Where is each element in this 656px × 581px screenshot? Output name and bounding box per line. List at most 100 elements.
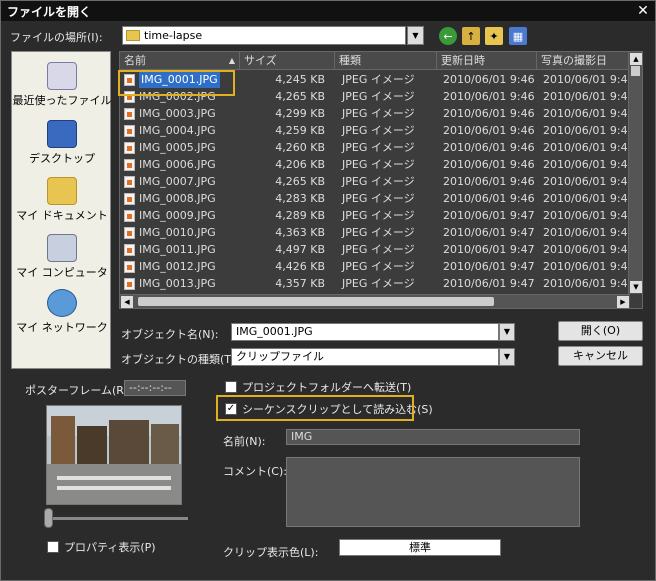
sidebar-label: デスクトップ xyxy=(29,152,95,165)
transfer-checkbox-box[interactable] xyxy=(225,381,237,393)
object-type-value: クリップファイル xyxy=(236,350,324,363)
file-row[interactable]: IMG_0007.JPG 4,265 KB JPEG イメージ 2010/06/01 … xyxy=(120,173,630,190)
clip-color-button[interactable]: 標準 xyxy=(339,539,501,556)
object-type-field[interactable]: クリップファイル ▼ xyxy=(231,348,515,366)
horizontal-scroll-thumb[interactable] xyxy=(138,297,494,306)
jpeg-file-icon xyxy=(124,226,135,239)
sidebar-item-documents[interactable]: マイ ドキュメント xyxy=(12,177,112,223)
file-size: 4,206 KB xyxy=(275,158,325,171)
file-name: IMG_0005.JPG xyxy=(139,141,216,154)
vertical-scrollbar[interactable]: ▲ ▼ xyxy=(628,52,642,294)
sidebar-item-computer[interactable]: マイ コンピュータ xyxy=(12,234,112,280)
vertical-scroll-thumb[interactable] xyxy=(631,66,640,76)
file-modified: 2010/06/01 9:47 xyxy=(443,260,535,273)
sidebar-item-desktop[interactable]: デスクトップ xyxy=(12,120,112,166)
properties-checkbox-box[interactable] xyxy=(47,541,59,553)
file-list-header: 名前 ▲ サイズ 種類 更新日時 写真の撮影日 xyxy=(120,52,630,70)
file-shot-date: 2010/06/01 9:46 xyxy=(543,158,630,171)
scroll-up-icon[interactable]: ▲ xyxy=(630,53,642,65)
scroll-right-icon[interactable]: ▶ xyxy=(617,296,629,308)
column-date[interactable]: 更新日時 xyxy=(437,52,537,69)
file-row[interactable]: IMG_0004.JPG 4,259 KB JPEG イメージ 2010/06/01 … xyxy=(120,122,630,139)
file-row[interactable]: IMG_0011.JPG 4,497 KB JPEG イメージ 2010/06/01 … xyxy=(120,241,630,258)
file-shot-date: 2010/06/01 9:46 xyxy=(543,175,630,188)
location-label: ファイルの場所(I): xyxy=(10,31,103,44)
file-type: JPEG イメージ xyxy=(342,260,415,273)
file-name-cell: IMG_0011.JPG xyxy=(120,241,240,258)
back-icon[interactable]: ← xyxy=(439,27,457,45)
jpeg-file-icon xyxy=(124,158,135,171)
file-name: IMG_0012.JPG xyxy=(139,260,216,273)
poster-frame-slider-track[interactable] xyxy=(48,517,188,520)
file-row[interactable]: IMG_0003.JPG 4,299 KB JPEG イメージ 2010/06/01 … xyxy=(120,105,630,122)
properties-checkbox[interactable]: プロパティ表示(P) xyxy=(47,539,156,555)
file-row[interactable]: IMG_0012.JPG 4,426 KB JPEG イメージ 2010/06/01 … xyxy=(120,258,630,275)
preview-image xyxy=(47,406,181,504)
view-menu-icon[interactable]: ▦ xyxy=(509,27,527,45)
poster-frame-timecode[interactable]: --:--:--:-- xyxy=(124,380,186,396)
file-type: JPEG イメージ xyxy=(342,158,415,171)
poster-frame-slider-thumb[interactable] xyxy=(44,508,53,528)
scroll-left-icon[interactable]: ◀ xyxy=(121,296,133,308)
file-row[interactable]: IMG_0005.JPG 4,260 KB JPEG イメージ 2010/06/01 … xyxy=(120,139,630,156)
transfer-label: プロジェクトフォルダーへ転送(T) xyxy=(242,381,412,394)
file-name-cell: IMG_0007.JPG xyxy=(120,173,240,190)
file-size: 4,357 KB xyxy=(275,277,325,290)
column-name[interactable]: 名前 ▲ xyxy=(120,52,240,69)
column-type[interactable]: 種類 xyxy=(335,52,437,69)
new-folder-icon[interactable]: ✦ xyxy=(485,27,503,45)
column-shot-date[interactable]: 写真の撮影日 xyxy=(537,52,630,69)
places-bar: 最近使ったファイル デスクトップ マイ ドキュメント マイ コンピュータ マイ … xyxy=(11,51,112,369)
location-dropdown-button[interactable]: ▼ xyxy=(407,26,424,45)
file-shot-date: 2010/06/01 9:46 xyxy=(543,124,630,137)
column-size[interactable]: サイズ xyxy=(240,52,335,69)
cancel-button[interactable]: キャンセル xyxy=(558,346,643,366)
file-type: JPEG イメージ xyxy=(342,90,415,103)
file-name: IMG_0011.JPG xyxy=(139,243,216,256)
file-type: JPEG イメージ xyxy=(342,175,415,188)
file-modified: 2010/06/01 9:47 xyxy=(443,243,535,256)
file-size: 4,245 KB xyxy=(275,73,325,86)
documents-icon xyxy=(47,177,77,205)
object-type-dropdown-icon[interactable]: ▼ xyxy=(499,348,515,366)
scroll-down-icon[interactable]: ▼ xyxy=(630,281,642,293)
jpeg-file-icon xyxy=(124,107,135,120)
jpeg-file-icon xyxy=(124,209,135,222)
file-type: JPEG イメージ xyxy=(342,141,415,154)
comment-field[interactable] xyxy=(286,457,580,527)
file-size: 4,259 KB xyxy=(275,124,325,137)
file-name-cell: IMG_0008.JPG xyxy=(120,190,240,207)
sidebar-item-recent[interactable]: 最近使ったファイル xyxy=(12,62,112,108)
file-name-cell: IMG_0010.JPG xyxy=(120,224,240,241)
file-shot-date: 2010/06/01 9:47 xyxy=(543,209,630,222)
sidebar-item-network[interactable]: マイ ネットワーク xyxy=(12,289,112,335)
transfer-checkbox[interactable]: プロジェクトフォルダーへ転送(T) xyxy=(225,379,411,395)
sidebar-label: マイ ドキュメント xyxy=(16,209,108,222)
file-row[interactable]: IMG_0008.JPG 4,283 KB JPEG イメージ 2010/06/01 … xyxy=(120,190,630,207)
location-combo[interactable]: time-lapse xyxy=(122,26,406,45)
file-row[interactable]: IMG_0009.JPG 4,289 KB JPEG イメージ 2010/06/01 … xyxy=(120,207,630,224)
file-type: JPEG イメージ xyxy=(342,277,415,290)
jpeg-file-icon xyxy=(124,243,135,256)
open-button[interactable]: 開く(O) xyxy=(558,321,643,341)
object-type-label: オブジェクトの種類(T): xyxy=(121,353,240,366)
file-shot-date: 2010/06/01 9:46 xyxy=(543,90,630,103)
file-modified: 2010/06/01 9:46 xyxy=(443,73,535,86)
file-name: IMG_0003.JPG xyxy=(139,107,216,120)
close-icon[interactable]: ✕ xyxy=(635,3,651,19)
object-name-field[interactable]: IMG_0001.JPG ▼ xyxy=(231,323,515,341)
horizontal-scrollbar[interactable]: ◀ ▶ xyxy=(120,294,630,308)
up-folder-icon[interactable]: ↑ xyxy=(462,27,480,45)
object-name-value: IMG_0001.JPG xyxy=(236,325,313,338)
name-field[interactable]: IMG xyxy=(286,429,580,445)
file-shot-date: 2010/06/01 9:46 xyxy=(543,107,630,120)
file-row[interactable]: IMG_0013.JPG 4,357 KB JPEG イメージ 2010/06/01 … xyxy=(120,275,630,292)
name-label: 名前(N): xyxy=(223,435,266,448)
file-row[interactable]: IMG_0010.JPG 4,363 KB JPEG イメージ 2010/06/01 … xyxy=(120,224,630,241)
file-size: 4,289 KB xyxy=(275,209,325,222)
column-label: 名前 xyxy=(124,54,146,67)
file-name: IMG_0004.JPG xyxy=(139,124,216,137)
file-row[interactable]: IMG_0006.JPG 4,206 KB JPEG イメージ 2010/06/01 … xyxy=(120,156,630,173)
object-name-dropdown-icon[interactable]: ▼ xyxy=(499,323,515,341)
recent-icon xyxy=(47,62,77,90)
